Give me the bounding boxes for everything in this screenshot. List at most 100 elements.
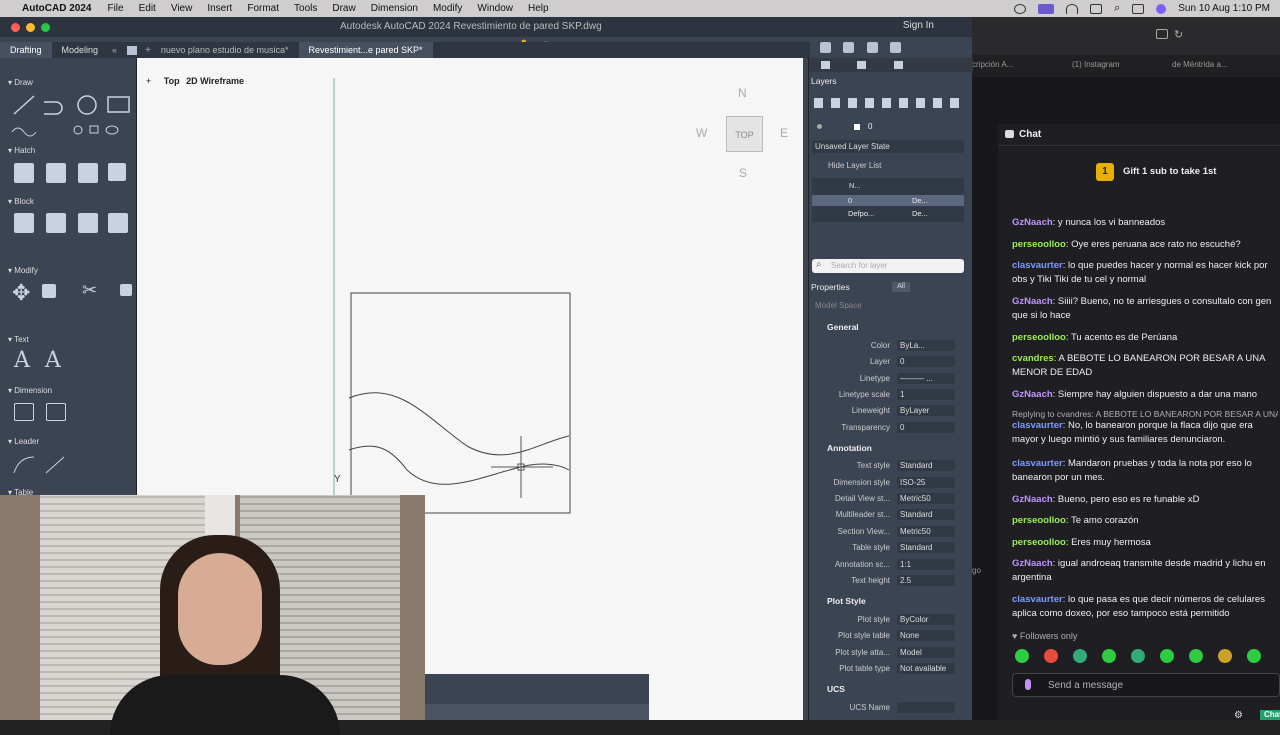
- layer-name-header[interactable]: N...: [849, 181, 861, 190]
- emote-icon[interactable]: [1102, 649, 1116, 663]
- compass-n[interactable]: N: [738, 86, 747, 100]
- settings-icon[interactable]: ⚙: [1234, 710, 1243, 721]
- screen-record-icon[interactable]: [1038, 3, 1055, 14]
- section-plot-style[interactable]: Plot Style: [827, 596, 866, 606]
- property-value[interactable]: Standard: [897, 542, 955, 553]
- chat-send-button[interactable]: Chat: [1260, 710, 1280, 720]
- menu-view[interactable]: View: [171, 3, 193, 14]
- property-value[interactable]: Metric50: [897, 526, 955, 537]
- viewcube[interactable]: N W E S TOP: [696, 86, 796, 186]
- search-icon[interactable]: ⌕: [1114, 2, 1120, 15]
- emote-icon[interactable]: [1218, 649, 1232, 663]
- property-value[interactable]: ByColor: [897, 614, 955, 625]
- property-value[interactable]: Not available: [897, 663, 955, 674]
- property-value[interactable]: 0: [897, 356, 955, 367]
- linear-dim-icon[interactable]: [14, 403, 34, 421]
- layer-tools[interactable]: [814, 98, 964, 108]
- chat-username[interactable]: GzNaach: [1012, 389, 1053, 400]
- leader-tools[interactable]: [0, 453, 137, 477]
- insert-block-icon[interactable]: [14, 213, 34, 233]
- menu-window[interactable]: Window: [477, 3, 513, 14]
- cloud-icon[interactable]: [867, 42, 878, 53]
- section-leader[interactable]: Leader: [0, 437, 137, 449]
- menu-tools[interactable]: Tools: [294, 3, 317, 14]
- section-draw[interactable]: Draw: [0, 78, 137, 90]
- property-value[interactable]: 2.5: [897, 575, 955, 586]
- chat-username[interactable]: perseoolloo: [1012, 515, 1066, 526]
- hide-layer-list[interactable]: Hide Layer List: [828, 161, 881, 170]
- chat-username[interactable]: GzNaach: [1012, 217, 1053, 228]
- layer-row[interactable]: 0 De...: [812, 195, 964, 206]
- hatch-icon[interactable]: [14, 163, 34, 183]
- draw-tools[interactable]: [0, 90, 137, 150]
- chat-username[interactable]: GzNaach: [1012, 296, 1053, 307]
- section-dimension[interactable]: Dimension: [0, 386, 137, 398]
- emote-icon[interactable]: [1073, 649, 1087, 663]
- trim-icon[interactable]: ✂: [82, 280, 97, 301]
- property-value[interactable]: Metric50: [897, 493, 955, 504]
- viewcube-face[interactable]: TOP: [726, 116, 763, 152]
- emote-icon[interactable]: [1044, 649, 1058, 663]
- edit-block-icon[interactable]: [78, 213, 98, 233]
- chat-username[interactable]: perseoolloo: [1012, 332, 1066, 343]
- section-block[interactable]: Block: [0, 197, 137, 209]
- layer-row[interactable]: Defpo... De...: [812, 208, 964, 219]
- property-value[interactable]: 1: [897, 389, 955, 400]
- layer-state-select[interactable]: Unsaved Layer State: [812, 140, 964, 153]
- menu-help[interactable]: Help: [528, 3, 549, 14]
- command-line[interactable]: [425, 674, 649, 720]
- sign-in-button[interactable]: Sign In: [903, 20, 934, 31]
- menu-edit[interactable]: Edit: [139, 3, 156, 14]
- chat-username[interactable]: GzNaach: [1012, 558, 1053, 569]
- menu-modify[interactable]: Modify: [433, 3, 462, 14]
- blocks-tab-icon[interactable]: [857, 61, 866, 69]
- emote-icon[interactable]: [1247, 649, 1261, 663]
- zoom-window-button[interactable]: [41, 23, 50, 32]
- chat-username[interactable]: GzNaach: [1012, 494, 1053, 505]
- browser-tab[interactable]: (1) Instagram: [1072, 60, 1120, 69]
- aligned-dim-icon[interactable]: [46, 403, 66, 421]
- emote-icon[interactable]: [1160, 649, 1174, 663]
- section-annotation[interactable]: Annotation: [827, 443, 872, 453]
- chat-input[interactable]: Send a message: [1012, 673, 1280, 697]
- clock[interactable]: Sun 10 Aug 1:10 PM: [1178, 3, 1270, 14]
- property-value[interactable]: None: [897, 630, 955, 641]
- create-block-icon[interactable]: [46, 213, 66, 233]
- app-menu[interactable]: AutoCAD 2024: [22, 3, 91, 14]
- layers-tab-icon[interactable]: [821, 61, 830, 69]
- grid-icon[interactable]: [127, 45, 138, 55]
- compass-s[interactable]: S: [739, 166, 747, 180]
- section-modify[interactable]: Modify: [0, 266, 137, 278]
- minimize-window-button[interactable]: [26, 23, 35, 32]
- control-center-icon[interactable]: [1132, 3, 1145, 14]
- wifi-icon[interactable]: [1066, 3, 1079, 14]
- property-value[interactable]: ——— ...: [897, 373, 955, 384]
- property-value[interactable]: Standard: [897, 509, 955, 520]
- compass-e[interactable]: E: [780, 126, 788, 140]
- property-value[interactable]: 1:1: [897, 559, 955, 570]
- battery-icon[interactable]: [1090, 3, 1103, 14]
- compass-w[interactable]: W: [696, 126, 707, 140]
- mtext-icon[interactable]: A: [14, 348, 30, 373]
- chat-username[interactable]: clasvaurter: [1012, 260, 1063, 271]
- section-general[interactable]: General: [827, 322, 859, 332]
- menu-insert[interactable]: Insert: [207, 3, 232, 14]
- properties-filter-all[interactable]: All: [892, 282, 910, 292]
- mic-icon[interactable]: [1025, 679, 1031, 690]
- emote-icon[interactable]: [1189, 649, 1203, 663]
- browser-tab[interactable]: cripción A...: [972, 60, 1013, 69]
- chat-username[interactable]: perseoolloo: [1012, 537, 1066, 548]
- status-icon[interactable]: [1014, 3, 1027, 14]
- menu-draw[interactable]: Draw: [332, 3, 355, 14]
- region-icon[interactable]: [108, 163, 126, 181]
- emote-icon[interactable]: [1015, 649, 1029, 663]
- attribute-icon[interactable]: [108, 213, 128, 233]
- property-value[interactable]: ByLayer: [897, 405, 955, 416]
- chat-username[interactable]: cvandres: [1012, 353, 1054, 364]
- notification-icon[interactable]: [890, 42, 901, 53]
- menu-file[interactable]: File: [107, 3, 123, 14]
- browser-tab[interactable]: de Méntrida a...: [1172, 60, 1228, 69]
- collapse-icon[interactable]: «: [112, 45, 117, 55]
- layer-search[interactable]: ⌕ Search for layer: [812, 259, 964, 273]
- reload-icon[interactable]: ↻: [1174, 28, 1183, 41]
